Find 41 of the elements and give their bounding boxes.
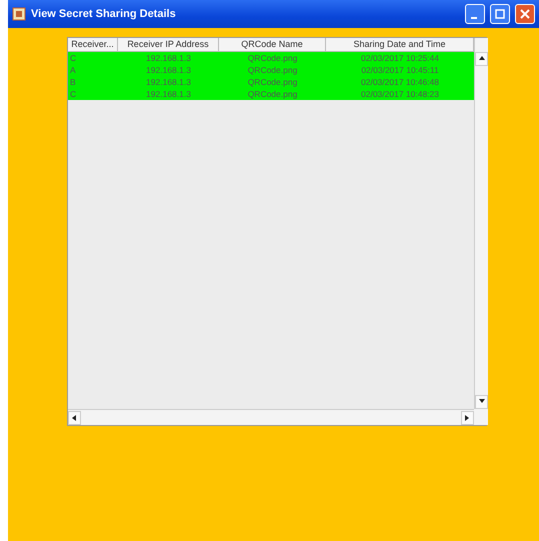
table-row[interactable]: C 192.168.1.3 QRCode.png 02/03/2017 10:48:23 bbox=[68, 88, 474, 100]
table-cell: C bbox=[68, 52, 118, 64]
table-cell: QRCode.png bbox=[219, 76, 326, 88]
minimize-button[interactable] bbox=[465, 4, 485, 24]
scroll-down-button[interactable] bbox=[475, 395, 488, 409]
table-cell: 02/03/2017 10:45:11 bbox=[326, 64, 474, 76]
table-cell: 02/03/2017 10:25:44 bbox=[326, 52, 474, 64]
table-row[interactable]: B 192.168.1.3 QRCode.png 02/03/2017 10:46:48 bbox=[68, 76, 474, 88]
table-cell: QRCode.png bbox=[219, 64, 326, 76]
table-cell: A bbox=[68, 64, 118, 76]
table-row[interactable]: A 192.168.1.3 QRCode.png 02/03/2017 10:45:11 bbox=[68, 64, 474, 76]
table-cell: QRCode.png bbox=[219, 52, 326, 64]
window-icon bbox=[12, 7, 26, 21]
left-arrow-icon bbox=[70, 414, 78, 422]
column-header[interactable]: Sharing Date and Time bbox=[326, 38, 474, 52]
table-cell: 192.168.1.3 bbox=[118, 64, 219, 76]
up-arrow-icon bbox=[478, 55, 486, 63]
table-cell: QRCode.png bbox=[219, 88, 326, 100]
table-cell: 192.168.1.3 bbox=[118, 88, 219, 100]
table-cell: 192.168.1.3 bbox=[118, 52, 219, 64]
scroll-up-button[interactable] bbox=[475, 52, 488, 66]
table-cell: 02/03/2017 10:46:48 bbox=[326, 76, 474, 88]
close-icon bbox=[520, 9, 530, 19]
horizontal-scrollbar[interactable] bbox=[68, 409, 474, 425]
maximize-icon bbox=[495, 9, 505, 19]
column-header[interactable]: Receiver... bbox=[68, 38, 118, 52]
window-title: View Secret Sharing Details bbox=[31, 8, 177, 20]
right-arrow-icon bbox=[464, 414, 472, 422]
vertical-scrollbar[interactable] bbox=[474, 38, 488, 409]
scroll-left-button[interactable] bbox=[68, 410, 81, 424]
maximize-button[interactable] bbox=[490, 4, 510, 24]
column-header[interactable]: Receiver IP Address bbox=[118, 38, 219, 52]
table-cell: B bbox=[68, 76, 118, 88]
scroll-right-button[interactable] bbox=[461, 410, 474, 424]
close-button[interactable] bbox=[515, 4, 535, 24]
table-cell: C bbox=[68, 88, 118, 100]
table-cell: 02/03/2017 10:48:23 bbox=[326, 88, 474, 100]
table-cell: 192.168.1.3 bbox=[118, 76, 219, 88]
minimize-icon bbox=[471, 17, 477, 19]
table-row[interactable]: C 192.168.1.3 QRCode.png 02/03/2017 10:25:44 bbox=[68, 52, 474, 64]
column-header[interactable]: QRCode Name bbox=[219, 38, 326, 52]
